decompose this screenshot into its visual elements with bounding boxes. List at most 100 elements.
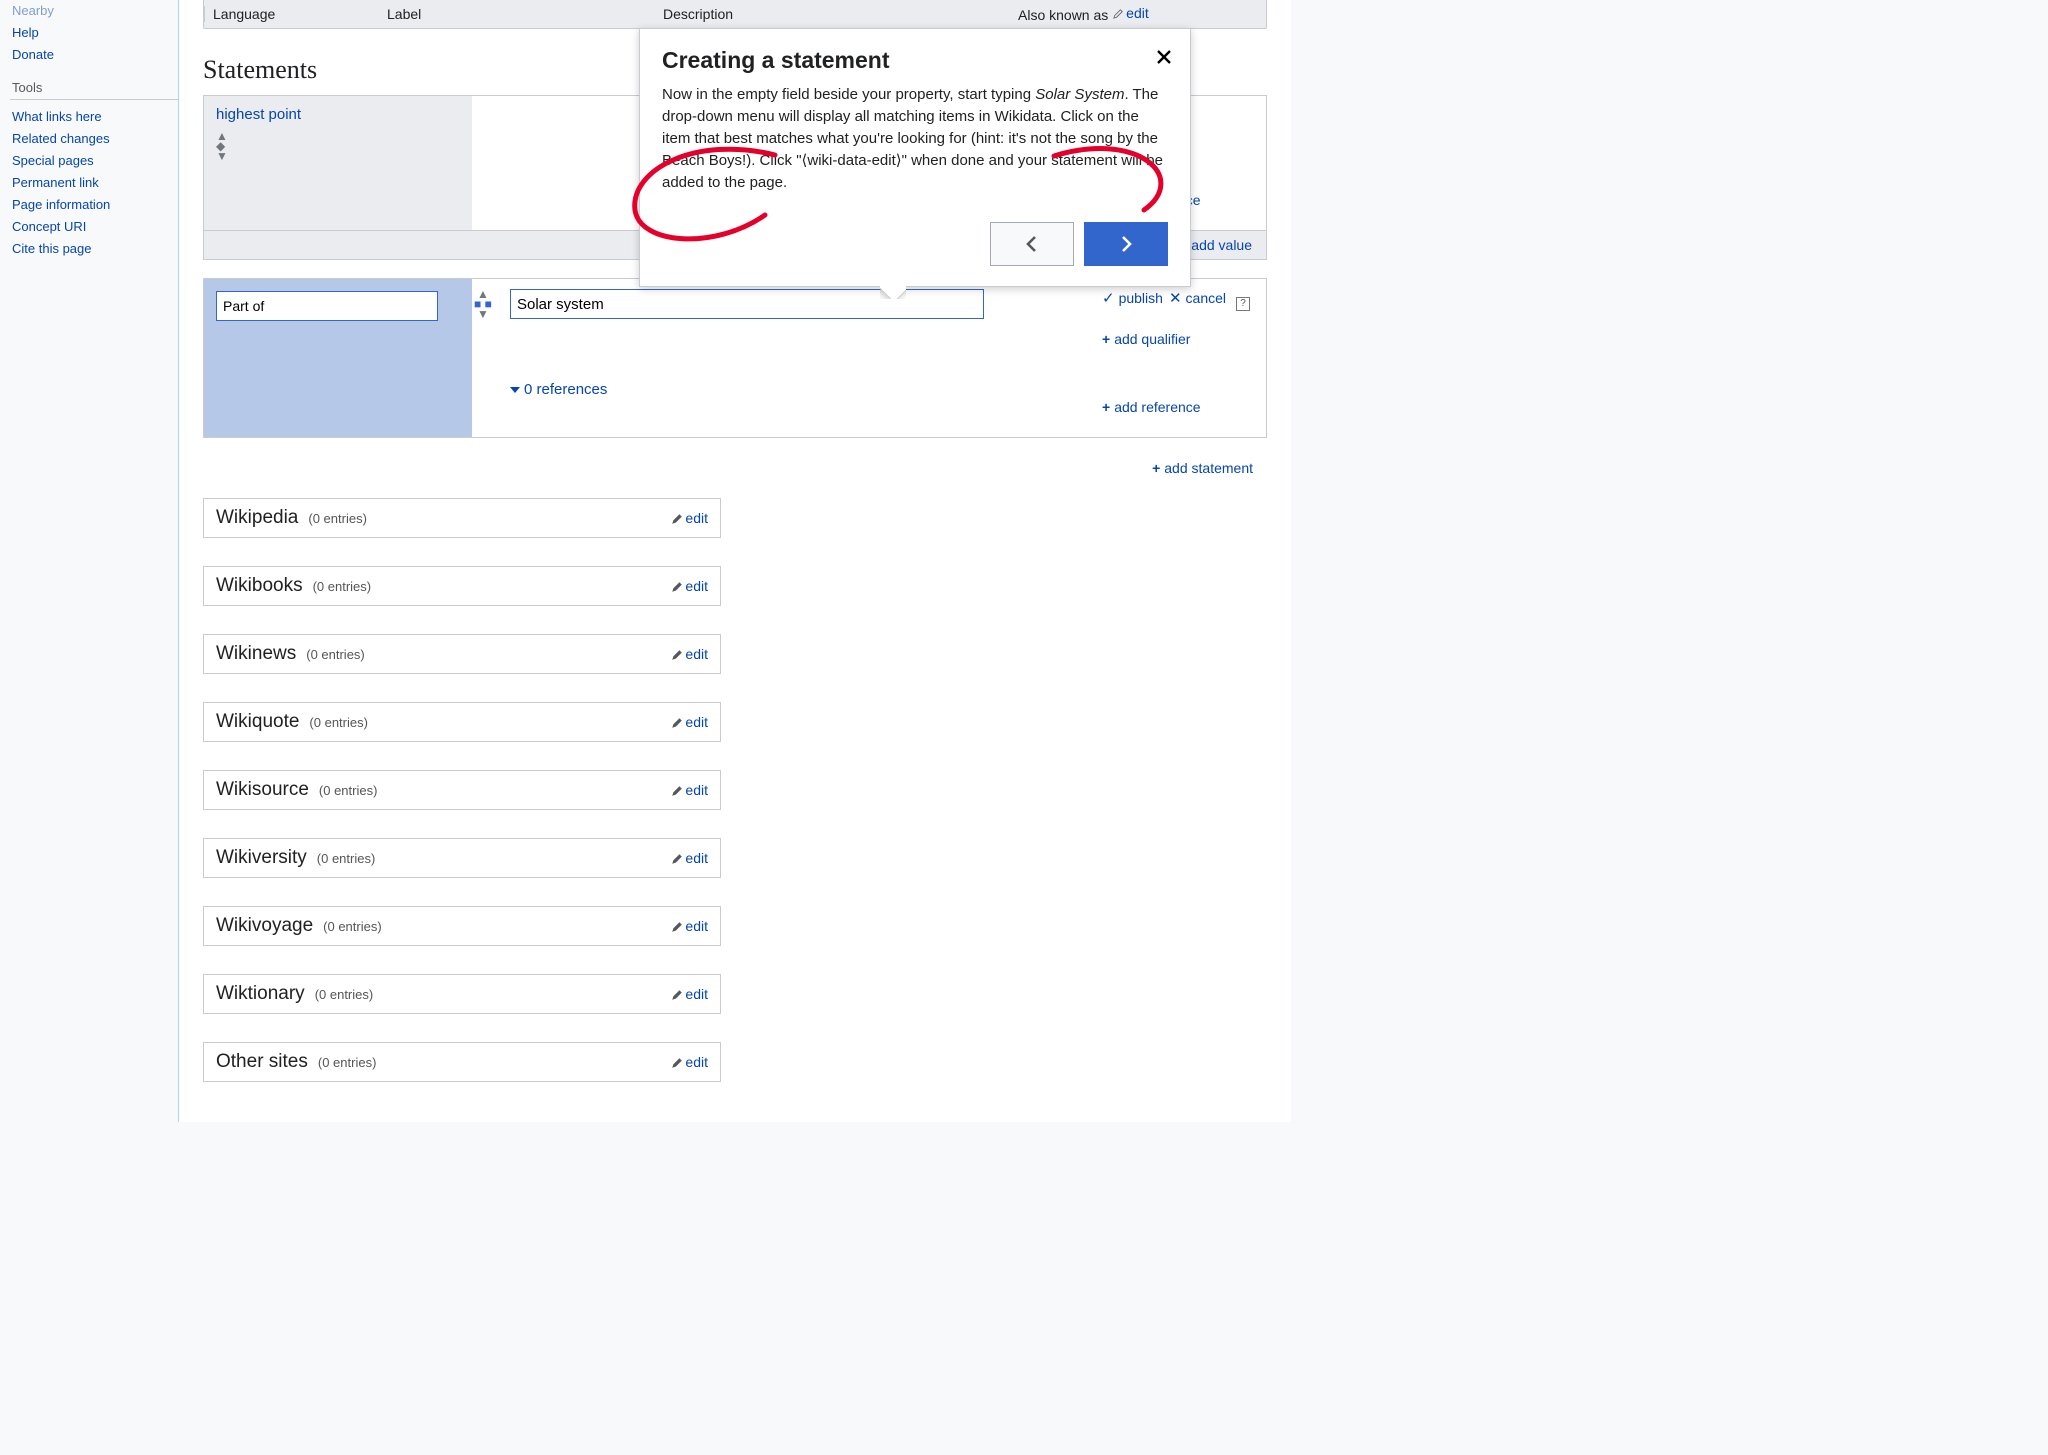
sidebar-tool-concept[interactable]: Concept URI	[10, 216, 178, 238]
sitelink-box: Wikiquote (0 entries) edit	[203, 702, 721, 742]
sidebar-tool-related[interactable]: Related changes	[10, 128, 178, 150]
pencil-icon	[671, 648, 683, 660]
tour-body-pre: Now in the empty field beside your prope…	[662, 86, 1035, 103]
close-icon: ✕	[1169, 289, 1182, 307]
pencil-icon	[1112, 7, 1124, 19]
add-statement-text: add statement	[1164, 460, 1253, 476]
help-icon[interactable]: ?	[1236, 297, 1250, 311]
tour-arrow-icon	[880, 286, 906, 299]
close-icon	[1154, 47, 1174, 67]
tour-popup: Creating a statement Now in the empty fi…	[639, 28, 1191, 287]
sitelink-title: Wikivoyage	[216, 915, 313, 937]
caret-down-icon[interactable]	[510, 387, 520, 393]
sitelink-box: Wikiversity (0 entries) edit	[203, 838, 721, 878]
sitelink-count: (0 entries)	[317, 851, 376, 866]
pencil-icon	[671, 512, 683, 524]
sitelinks-grid: Wikipedia (0 entries) edit Wikibooks (0 entr…	[203, 498, 1267, 1082]
sitelink-count: (0 entries)	[306, 647, 365, 662]
th-aka: Also known as edit	[1010, 5, 1266, 23]
value-input[interactable]	[510, 289, 984, 319]
sitelink-title: Wikiquote	[216, 711, 299, 733]
tour-next-button[interactable]	[1084, 222, 1168, 266]
add-qualifier-button[interactable]: + add qualifier	[1102, 331, 1252, 347]
snak-type-selector-icon[interactable]: ▲■ ■▼	[474, 289, 492, 319]
sitelink-title: Wikinews	[216, 643, 296, 665]
sitelink-edit-link[interactable]: edit	[671, 850, 708, 866]
sitelink-edit-link[interactable]: edit	[671, 986, 708, 1002]
sitelink-edit-link[interactable]: edit	[671, 714, 708, 730]
sitelink-edit-text: edit	[685, 918, 708, 934]
sitelink-edit-link[interactable]: edit	[671, 1054, 708, 1070]
sitelink-count: (0 entries)	[308, 511, 367, 526]
sitelink-box: Other sites (0 entries) edit	[203, 1042, 721, 1082]
pencil-icon	[671, 784, 683, 796]
tour-prev-button[interactable]	[990, 222, 1074, 266]
sitelink-count: (0 entries)	[313, 579, 372, 594]
tour-body-em: Solar System	[1035, 86, 1124, 103]
sitelink-edit-text: edit	[685, 578, 708, 594]
pencil-icon	[671, 716, 683, 728]
sitelink-title: Wikiversity	[216, 847, 307, 869]
sitelink-edit-text: edit	[685, 782, 708, 798]
property-link-highest-point[interactable]: highest point	[216, 106, 301, 123]
cancel-text: cancel	[1186, 290, 1226, 306]
sitelink-edit-text: edit	[685, 1054, 708, 1070]
sidebar-tool-cite[interactable]: Cite this page	[10, 238, 178, 260]
sitelink-count: (0 entries)	[315, 987, 374, 1002]
sitelink-edit-link[interactable]: edit	[671, 918, 708, 934]
sitelink-title: Wikibooks	[216, 575, 303, 597]
sitelink-edit-text: edit	[685, 714, 708, 730]
sitelink-title: Wikisource	[216, 779, 309, 801]
tools-heading: Tools	[10, 80, 178, 100]
chevron-right-icon	[1116, 234, 1136, 254]
sidebar-link-donate[interactable]: Donate	[10, 44, 178, 66]
sitelink-box: Wikibooks (0 entries) edit	[203, 566, 721, 606]
plus-icon: +	[1102, 399, 1110, 415]
sitelink-title: Wikipedia	[216, 507, 298, 529]
pencil-icon	[671, 920, 683, 932]
sitelink-title: Wiktionary	[216, 983, 305, 1005]
th-aka-text: Also known as	[1018, 7, 1108, 23]
sidebar-tool-whatlinks[interactable]: What links here	[10, 106, 178, 128]
check-icon: ✓	[1102, 289, 1115, 307]
sitelink-box: Wikinews (0 entries) edit	[203, 634, 721, 674]
sitelink-edit-link[interactable]: edit	[671, 510, 708, 526]
sitelink-edit-text: edit	[685, 510, 708, 526]
sidebar-tool-special[interactable]: Special pages	[10, 150, 178, 172]
sitelink-edit-link[interactable]: edit	[671, 578, 708, 594]
property-label: highest point ▲◆▼	[204, 96, 472, 230]
cancel-button[interactable]: ✕ cancel	[1169, 289, 1226, 307]
add-statement-button[interactable]: + add statement	[1152, 460, 1253, 476]
pencil-icon	[671, 1056, 683, 1068]
publish-button[interactable]: ✓ publish	[1102, 289, 1163, 307]
sidebar-link-nearby[interactable]: Nearby	[10, 0, 178, 22]
sitelink-count: (0 entries)	[309, 715, 368, 730]
sidebar-tool-permalink[interactable]: Permanent link	[10, 172, 178, 194]
sitelink-box: Wikisource(0 entries)edit	[203, 770, 721, 810]
labels-edit-link[interactable]: edit	[1112, 5, 1149, 21]
pencil-icon	[671, 580, 683, 592]
tour-body: Now in the empty field beside your prope…	[662, 84, 1168, 194]
sitelink-title: Other sites	[216, 1051, 308, 1073]
rank-selector-icon[interactable]: ▲◆▼	[216, 131, 460, 161]
plus-icon: +	[1152, 460, 1160, 476]
tour-close-button[interactable]	[1154, 47, 1174, 73]
property-input[interactable]	[216, 291, 438, 321]
publish-text: publish	[1119, 290, 1163, 306]
add-reference-text: add reference	[1114, 399, 1200, 415]
sitelink-count: (0 entries)	[318, 1055, 377, 1070]
add-reference-button[interactable]: + add reference	[1102, 399, 1252, 415]
references-toggle[interactable]: 0 references	[524, 381, 607, 398]
sidebar-link-help[interactable]: Help	[10, 22, 178, 44]
th-language: Language	[204, 6, 379, 22]
sitelink-box: Wikivoyage (0 entries) edit	[203, 906, 721, 946]
sitelink-count: (0 entries)	[323, 919, 382, 934]
sitelink-edit-link[interactable]: edit	[671, 646, 708, 662]
sidebar-tool-pageinfo[interactable]: Page information	[10, 194, 178, 216]
sitelink-edit-link[interactable]: edit	[671, 782, 708, 798]
add-value-text: add value	[1191, 237, 1252, 253]
plus-icon: +	[1102, 331, 1110, 347]
sitelink-box: Wikipedia (0 entries) edit	[203, 498, 721, 538]
labels-edit-text: edit	[1126, 5, 1149, 21]
sidebar: Nearby Help Donate Tools What links here…	[0, 0, 178, 1122]
